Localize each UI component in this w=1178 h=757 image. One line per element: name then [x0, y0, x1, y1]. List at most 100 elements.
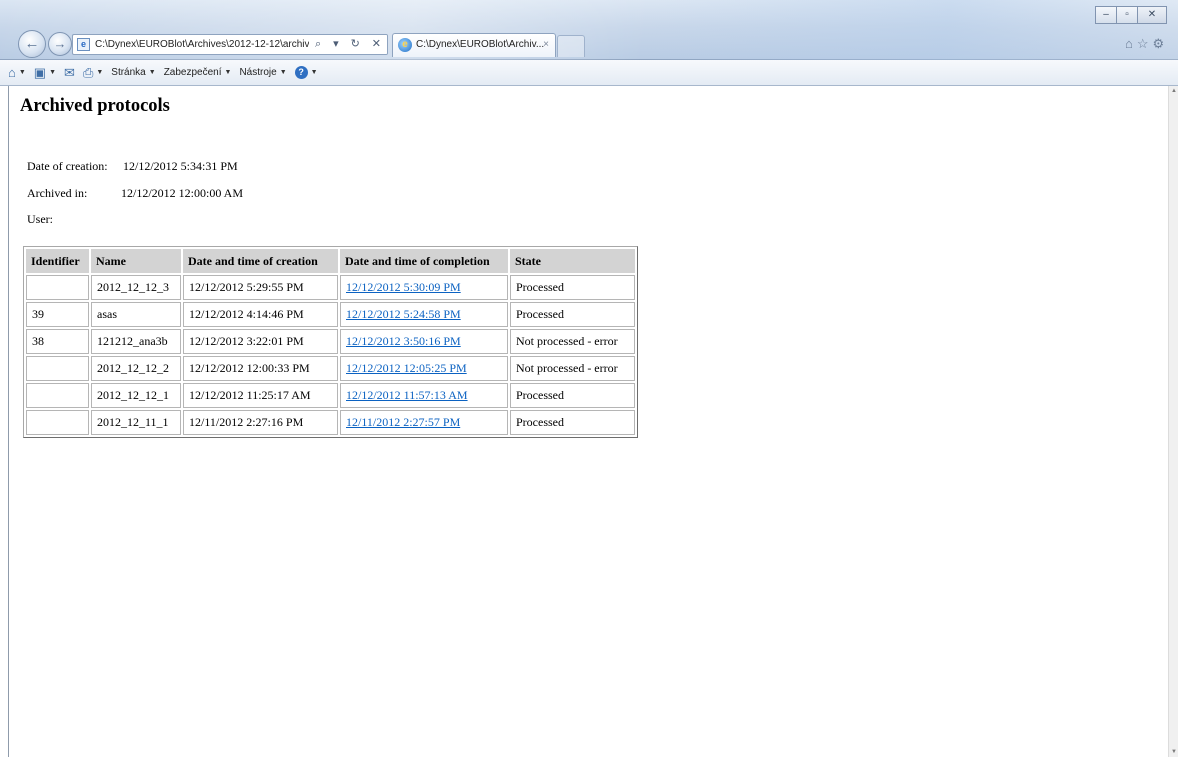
minimize-button[interactable]: –	[1095, 6, 1117, 24]
cell-name: 2012_12_11_1	[91, 410, 181, 435]
window-controls: – ▫ ✕	[1095, 6, 1167, 24]
address-bar[interactable]: e C:\Dynex\EUROBlot\Archives\2012-12-12\…	[72, 34, 388, 55]
header-completed: Date and time of completion	[340, 249, 508, 273]
cell-created: 12/11/2012 2:27:16 PM	[183, 410, 338, 435]
table-header-row: Identifier Name Date and time of creatio…	[26, 249, 635, 273]
header-identifier: Identifier	[26, 249, 89, 273]
cell-name: 2012_12_12_2	[91, 356, 181, 381]
caret-icon: ▼	[18, 69, 26, 76]
header-state: State	[510, 249, 635, 273]
cell-identifier	[26, 275, 89, 300]
cell-state: Not processed - error	[510, 329, 635, 354]
cell-completed: 12/12/2012 11:57:13 AM	[340, 383, 508, 408]
table-row: 2012_12_12_1 12/12/2012 11:25:17 AM 12/1…	[26, 383, 635, 408]
completion-link[interactable]: 12/12/2012 11:57:13 AM	[346, 388, 468, 402]
cell-created: 12/12/2012 12:00:33 PM	[183, 356, 338, 381]
cell-name: 2012_12_12_1	[91, 383, 181, 408]
cell-name: 2012_12_12_3	[91, 275, 181, 300]
completion-link[interactable]: 12/12/2012 3:50:16 PM	[346, 334, 461, 348]
home-icon: ⌂	[8, 65, 16, 80]
stop-icon[interactable]: ✕	[372, 35, 381, 54]
caret-icon: ▼	[96, 69, 104, 76]
completion-link[interactable]: 12/12/2012 5:30:09 PM	[346, 280, 461, 294]
menu-stranka[interactable]: Stránka ▼	[111, 67, 155, 78]
new-tab-button[interactable]	[557, 35, 585, 57]
caret-icon: ▼	[148, 69, 156, 76]
cell-identifier	[26, 383, 89, 408]
print-icon: ⎙	[82, 64, 94, 80]
cell-completed: 12/12/2012 5:30:09 PM	[340, 275, 508, 300]
table-row: 38 121212_ana3b 12/12/2012 3:22:01 PM 12…	[26, 329, 635, 354]
close-button[interactable]: ✕	[1137, 6, 1167, 24]
scroll-down-icon[interactable]: ▼	[1170, 749, 1178, 755]
info-label: User:	[27, 212, 53, 226]
home-command[interactable]: ⌂ ▼	[8, 65, 26, 80]
caret-icon: ▼	[224, 69, 232, 76]
tab-title: C:\Dynex\EUROBlot\Archiv...	[416, 39, 545, 50]
home-icon[interactable]: ⌂	[1125, 36, 1137, 51]
cell-name: asas	[91, 302, 181, 327]
print-command[interactable]: ⎙ ▼	[83, 65, 103, 81]
tab-archive[interactable]: e C:\Dynex\EUROBlot\Archiv... ×	[392, 33, 556, 57]
caret-icon: ▼	[49, 69, 57, 76]
back-button[interactable]: ←	[18, 30, 46, 58]
browser-titlebar: ← → e C:\Dynex\EUROBlot\Archives\2012-12…	[0, 0, 1178, 60]
cell-created: 12/12/2012 4:14:46 PM	[183, 302, 338, 327]
cell-completed: 12/11/2012 2:27:57 PM	[340, 410, 508, 435]
completion-link[interactable]: 12/11/2012 2:27:57 PM	[346, 415, 460, 429]
scroll-up-icon[interactable]: ▲	[1170, 88, 1178, 94]
search-icon[interactable]: ⌕	[315, 35, 321, 54]
dropdown-icon[interactable]: ▾	[333, 35, 339, 54]
menu-stranka-label: Stránka	[111, 67, 146, 78]
menu-zabezpeceni[interactable]: Zabezpečení ▼	[164, 67, 232, 78]
page-viewport: Archived protocols Date of creation: 12/…	[8, 86, 1168, 757]
maximize-button[interactable]: ▫	[1116, 6, 1138, 24]
table-row: 2012_12_11_1 12/11/2012 2:27:16 PM 12/11…	[26, 410, 635, 435]
cell-created: 12/12/2012 5:29:55 PM	[183, 275, 338, 300]
header-created: Date and time of creation	[183, 249, 338, 273]
cell-state: Processed	[510, 410, 635, 435]
tab-close-icon[interactable]: ×	[543, 34, 549, 56]
help-command[interactable]: ? ▼	[294, 66, 318, 79]
caret-icon: ▼	[310, 69, 318, 76]
menu-nastroje[interactable]: Nástroje ▼	[239, 67, 286, 78]
cell-name: 121212_ana3b	[91, 329, 181, 354]
mail-command[interactable]: ✉	[64, 65, 75, 81]
info-label: Date of creation:	[27, 159, 108, 173]
browser-right-icons: ⌂☆⚙	[1125, 36, 1168, 52]
address-url[interactable]: C:\Dynex\EUROBlot\Archives\2012-12-12\ar…	[95, 35, 328, 54]
completion-link[interactable]: 12/12/2012 5:24:58 PM	[346, 307, 461, 321]
cell-identifier: 39	[26, 302, 89, 327]
page-icon: e	[77, 38, 90, 51]
help-icon: ?	[294, 66, 308, 79]
vertical-scrollbar[interactable]: ▲ ▼	[1168, 86, 1178, 757]
info-label: Archived in:	[27, 186, 88, 200]
command-bar: ⌂ ▼ ▣ ▼ ✉ ⎙ ▼ Stránka ▼ Zabezpečení ▼ Nástroj…	[0, 60, 1178, 86]
cell-state: Processed	[510, 302, 635, 327]
refresh-icon[interactable]: ↻	[351, 35, 360, 54]
page-title: Archived protocols	[20, 96, 170, 116]
feeds-command[interactable]: ▣ ▼	[34, 65, 56, 81]
mail-icon: ✉	[64, 64, 75, 80]
cell-created: 12/12/2012 11:25:17 AM	[183, 383, 338, 408]
table-row: 2012_12_12_3 12/12/2012 5:29:55 PM 12/12…	[26, 275, 635, 300]
cell-state: Not processed - error	[510, 356, 635, 381]
cell-state: Processed	[510, 275, 635, 300]
menu-zabezpeceni-label: Zabezpečení	[163, 67, 222, 78]
cell-completed: 12/12/2012 12:05:25 PM	[340, 356, 508, 381]
cell-identifier	[26, 356, 89, 381]
cell-created: 12/12/2012 3:22:01 PM	[183, 329, 338, 354]
info-value: 12/12/2012 12:00:00 AM	[121, 186, 244, 200]
cell-identifier	[26, 410, 89, 435]
cell-completed: 12/12/2012 3:50:16 PM	[340, 329, 508, 354]
info-value: 12/12/2012 5:34:31 PM	[123, 159, 238, 173]
header-name: Name	[91, 249, 181, 273]
cell-identifier: 38	[26, 329, 89, 354]
favorites-star-icon[interactable]: ☆	[1137, 36, 1153, 51]
address-tools: ⌕ ▾ ↻ ✕	[309, 35, 387, 54]
gear-icon[interactable]: ⚙	[1153, 36, 1169, 51]
ie-icon: e	[398, 38, 412, 52]
protocols-table: Identifier Name Date and time of creatio…	[23, 246, 638, 438]
completion-link[interactable]: 12/12/2012 12:05:25 PM	[346, 361, 467, 375]
forward-button[interactable]: →	[48, 32, 72, 56]
